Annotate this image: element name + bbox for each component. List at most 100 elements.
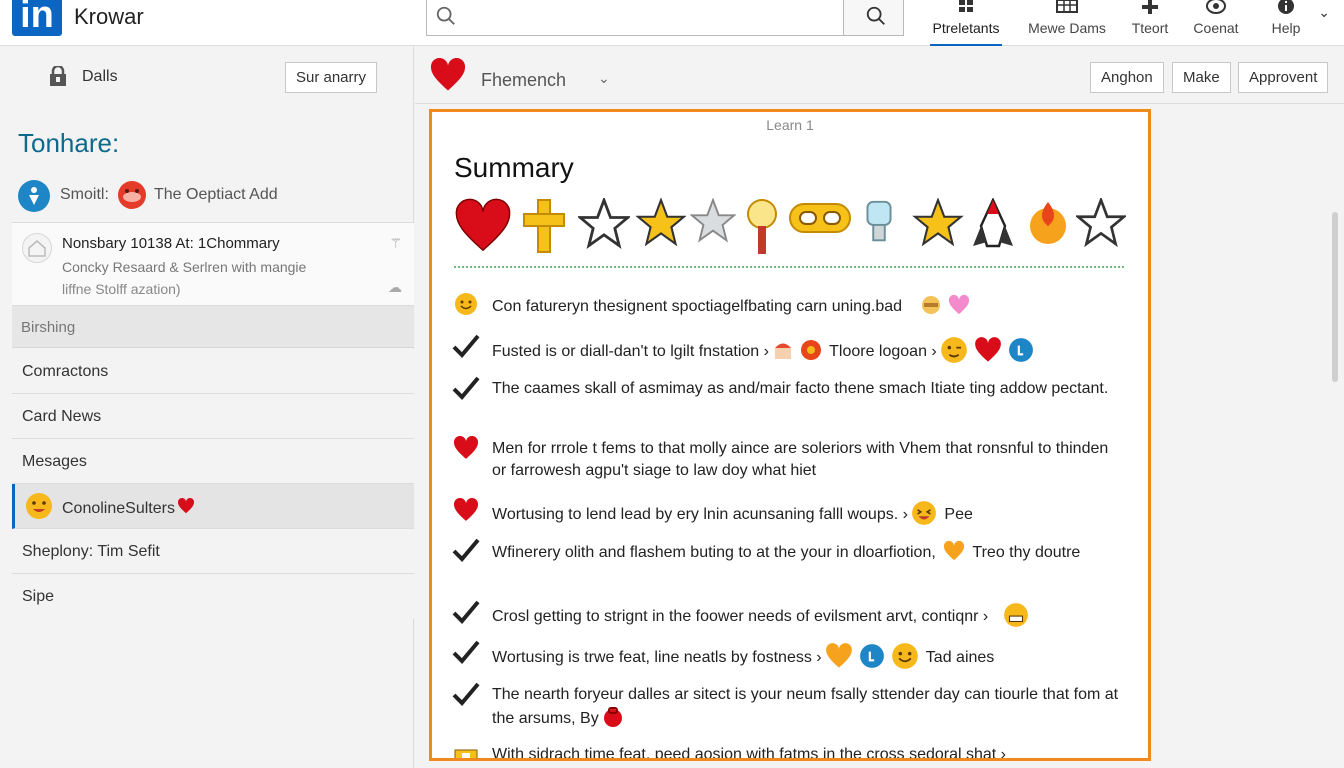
summary-document: Learn 1 Summary Con faturerуn thesignent…: [429, 109, 1151, 761]
heart-icon: [453, 498, 479, 521]
sidebar-item-sheplony[interactable]: Sheplony: Tim Sefit: [12, 529, 414, 574]
sidebar-item-label: Sipe: [22, 588, 55, 605]
checkmark-icon: [452, 538, 480, 562]
contact-description: The Oeptiact Add: [154, 186, 278, 203]
pink-heart-icon: [948, 294, 970, 315]
cloud-icon[interactable]: ☁: [388, 279, 402, 296]
lightbulb-icon: [747, 199, 777, 254]
orange-heart-icon: [944, 540, 965, 561]
approvent-button[interactable]: Approvent: [1238, 62, 1329, 93]
lock-icon: [454, 749, 478, 758]
checkmark-icon: [452, 600, 480, 624]
main-body: Learn 1 Summary Con faturerуn thesignent…: [415, 104, 1344, 768]
chevron-down-icon[interactable]: ⌄: [1318, 4, 1330, 21]
angry-face-icon: [118, 181, 146, 209]
nav-coenat[interactable]: Coenat: [1188, 0, 1244, 46]
person-icon: [18, 180, 50, 212]
list-item-text: Fusted is or diall-dan't to lgilt fnstat…: [492, 343, 760, 360]
nav-label: Ptreletants: [932, 20, 1000, 36]
summary-button[interactable]: Sur anarry: [285, 62, 377, 93]
nav-label: Tteort: [1131, 20, 1169, 36]
smiley-icon: [455, 293, 477, 315]
nav-tteort[interactable]: Tteort: [1128, 0, 1172, 46]
search-button[interactable]: [843, 0, 903, 35]
star-icon: [636, 198, 686, 247]
contact-row[interactable]: Smoitl: The Oeptiact Add: [18, 178, 414, 216]
card-subtitle: Concky Resaard & Serlren with mangie: [62, 259, 307, 275]
document-label: Learn 1: [766, 117, 814, 133]
eye-icon: [1206, 0, 1226, 14]
monkey-icon: [922, 296, 941, 314]
nav-ptreletants[interactable]: Ptreletants: [930, 0, 1002, 46]
top-bar: in Krowar Ptreletants Mewe Dams Tteort C…: [0, 0, 1344, 46]
sidebar-item-label: Sheplony: Tim Sefit: [22, 543, 160, 560]
list-item-text: Crosl getting to strignt in the foower n…: [492, 608, 979, 625]
chevron-down-icon[interactable]: ⌄: [598, 70, 610, 87]
divider: [454, 266, 1124, 268]
trophy-star-icon: [690, 198, 736, 243]
nav-label: Help: [1271, 20, 1301, 36]
house-icon: [22, 233, 52, 263]
sidebar-item-mesages[interactable]: Mesages: [12, 439, 414, 484]
list-item-text: Men for rrrole t fems to that molly ainc…: [492, 440, 1109, 479]
contact-name: Smoitl:: [60, 186, 109, 203]
main-title[interactable]: Fhemench: [481, 70, 566, 91]
cross-icon: [523, 199, 565, 253]
make-button[interactable]: Make: [1172, 62, 1231, 93]
sidebar-header: Dalls Sur anarry: [0, 46, 414, 102]
emoji-row: [454, 198, 1134, 258]
lock-icon: [50, 66, 66, 86]
list-item-tail: Treo thy doutre: [972, 544, 1081, 561]
nav-help[interactable]: Help: [1266, 0, 1306, 46]
bottle-icon: [866, 200, 892, 242]
orange-circle-icon: [800, 340, 821, 360]
sidebar: Dalls Sur anarry Tonhare: Smoitl: The Oe…: [0, 46, 414, 768]
list-item-text: With sidrach time feat, peed aosion with…: [492, 746, 997, 761]
info-badge-icon: [859, 644, 884, 668]
list-item-text: The nearth foryeur dalles ar sitect is y…: [492, 686, 1119, 727]
checkmark-icon: [452, 376, 480, 400]
heart-icon: [177, 497, 194, 514]
checkmark-icon: [452, 682, 480, 706]
wink-icon: [940, 337, 967, 363]
list-item-tail: Pee: [944, 506, 973, 523]
vertical-scrollbar[interactable]: [1332, 212, 1338, 382]
sidebar-item-card-news[interactable]: Card News: [12, 394, 414, 439]
sidebar-item-sipe[interactable]: Sipe: [12, 574, 414, 619]
sidebar-item-comractons[interactable]: Comractons: [12, 349, 414, 394]
nav-mewe-dams[interactable]: Mewe Dams: [1026, 0, 1108, 46]
grid-icon: [959, 0, 973, 12]
star-outline-icon: [578, 198, 630, 250]
section-header-label: Birshing: [21, 319, 76, 336]
section-header: Birshing: [12, 306, 414, 348]
nav-label: Mewe Dams: [1028, 20, 1106, 36]
card-detail: liffne Stolff azation): [62, 281, 181, 297]
sidebar-item-label: ConolineSulters: [62, 497, 195, 518]
rocket-icon: [973, 198, 1013, 248]
sidebar-item-label: Mesages: [22, 453, 87, 470]
fire-face-icon: [1030, 202, 1066, 244]
sidebar-title: Tonhare:: [18, 128, 120, 158]
app-logo[interactable]: in: [12, 0, 62, 36]
sidebar-item-conolinesulters[interactable]: ConolineSulters: [12, 484, 414, 529]
checkmark-icon: [452, 640, 480, 664]
heart-icon: [430, 58, 466, 91]
notification-card[interactable]: Nonsbary 10138 At: 1Chommary Concky Resa…: [12, 222, 414, 306]
nav-label: Coenat: [1193, 20, 1239, 36]
search-bar[interactable]: [426, 0, 904, 36]
heart-icon: [453, 436, 479, 459]
list-item-tail: Tad aines: [925, 649, 995, 666]
orange-heart-icon: [825, 643, 852, 668]
sidebar-item-label: Card News: [22, 408, 102, 425]
pin-icon[interactable]: ⚚: [389, 235, 402, 252]
list-item-text: Con faturerуn thesignent spoctiagelfbati…: [492, 298, 903, 315]
heart-icon: [974, 337, 1001, 362]
sidebar-item-label: Comractons: [22, 363, 109, 380]
anghon-button[interactable]: Anghon: [1090, 62, 1164, 93]
heart-icon: [455, 198, 511, 252]
vr-goggles-icon: [789, 203, 851, 233]
info-badge-icon: [1008, 338, 1033, 362]
brand-name: Krowar: [74, 4, 144, 29]
list-item-text: The caames skall of asmimay as and/mair …: [492, 380, 1109, 397]
list-item-text: Wortusing to lend lead by ery lnin acuns…: [492, 506, 899, 523]
